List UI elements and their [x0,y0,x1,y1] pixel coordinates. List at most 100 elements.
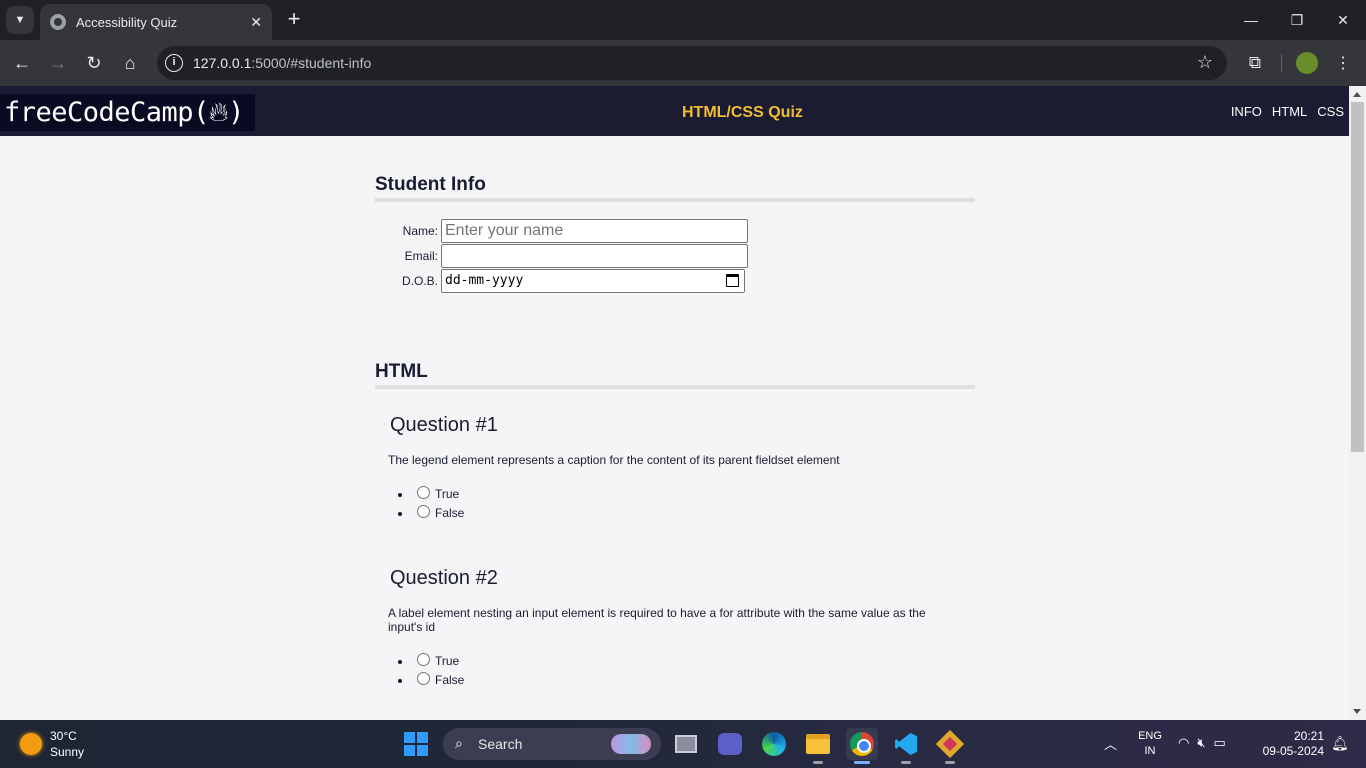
bookmark-star-icon[interactable]: ☆ [1197,52,1213,73]
address-bar[interactable]: i 127.0.0.1:5000/#student-info ☆ [157,46,1227,80]
notification-bell-icon[interactable]: 🔔︎ [1331,735,1349,752]
flame-icon: 🔥︎ [208,96,229,128]
chrome-icon [850,732,874,756]
speaker-muted-icon[interactable]: 🔇︎ [1197,735,1205,751]
tab-title: Accessibility Quiz [76,14,178,30]
site-nav: INFO HTML CSS [1231,104,1344,119]
scrollbar-thumb[interactable] [1351,102,1364,452]
close-window-button[interactable]: ✕ [1320,0,1366,40]
language-indicator[interactable]: ENG IN [1138,729,1162,759]
url-text[interactable]: 127.0.0.1:5000/#student-info [193,55,371,71]
nav-link-css[interactable]: CSS [1317,104,1344,119]
nav-link-html[interactable]: HTML [1272,104,1307,119]
file-explorer-button[interactable] [802,728,834,764]
edge-browser-icon [762,732,786,756]
option-false[interactable]: False [412,672,948,691]
search-icon: ⌕ [455,735,463,751]
tab-search-button[interactable]: ▼ [6,6,34,34]
radio-button[interactable] [417,486,430,499]
task-view-button[interactable] [670,728,702,760]
new-tab-button[interactable]: + [282,8,306,32]
kebab-menu-icon[interactable]: ⋮ [1332,49,1354,77]
chrome-app-button[interactable] [846,728,878,764]
dob-placeholder: dd-mm-yyyy [445,273,524,288]
browser-tab[interactable]: Accessibility Quiz ✕ [40,4,272,40]
weather-description[interactable]: Sunny [50,745,84,759]
windows-taskbar: 30°C Sunny ⌕ Search ︿ ENG IN ◠ 🔇︎ ▭ 20:2… [0,720,1366,768]
clock-date: 09-05-2024 [1262,744,1324,758]
profile-avatar[interactable] [1296,52,1318,74]
question-options: True False [412,486,948,524]
extensions-puzzle-icon[interactable]: ⧉ [1242,49,1268,77]
running-indicator [813,761,823,764]
edge-app-button[interactable] [758,728,790,760]
toolbar-divider [1281,54,1282,72]
radio-button[interactable] [417,505,430,518]
language-code: ENG [1138,730,1162,742]
window-controls: — ❐ ✕ [1228,0,1366,40]
windows-start-icon[interactable] [404,732,428,756]
globe-icon [50,14,66,30]
logo-text-end: ) [228,96,244,128]
url-path: :5000/#student-info [251,55,372,71]
reload-icon: ↻ [86,52,102,73]
back-button[interactable]: ← [8,49,36,77]
chevron-down-icon: ▼ [14,14,26,26]
option-true[interactable]: True [412,653,948,672]
reload-button[interactable]: ↻ [80,49,108,77]
email-row: Email: [400,243,975,268]
nav-link-info[interactable]: INFO [1231,104,1262,119]
system-tray-icons[interactable]: ◠ 🔇︎ ▭ [1178,735,1226,751]
restore-button[interactable]: ❐ [1274,0,1320,40]
clock-time: 20:21 [1293,729,1324,743]
minimize-button[interactable]: — [1228,0,1274,40]
forward-button[interactable]: → [44,49,72,77]
taskbar-search[interactable]: ⌕ Search [443,728,661,760]
dob-label: D.O.B. [401,273,438,288]
logo-text: freeCodeCamp(🔥︎) [4,97,244,129]
video-meet-icon [718,733,742,755]
home-icon: ⌂ [124,52,136,73]
option-false[interactable]: False [412,505,948,524]
question-title: Question #2 [390,567,498,589]
radio-button[interactable] [417,653,430,666]
git-app-button[interactable] [934,728,966,764]
question-text: A label element nesting an input element… [388,606,926,634]
search-highlight-art [611,734,651,754]
scroll-down-arrow-icon[interactable] [1353,709,1361,714]
name-input[interactable]: Enter your name [441,218,748,243]
wifi-icon[interactable]: ◠ [1178,735,1189,751]
radio-button[interactable] [417,672,430,685]
question-title: Question #1 [390,414,498,436]
freecodecamp-logo: freeCodeCamp(🔥︎) [0,94,255,131]
option-label: False [435,506,465,520]
url-host: 127.0.0.1 [193,55,252,71]
question-2: Question #2 A label element nesting an i… [388,567,948,691]
scroll-up-arrow-icon[interactable] [1353,92,1361,97]
home-button[interactable]: ⌂ [116,49,144,77]
close-tab-icon[interactable]: ✕ [250,14,262,31]
meet-app-button[interactable] [714,728,746,760]
calendar-icon[interactable] [726,274,739,287]
battery-icon[interactable]: ▭ [1214,735,1226,751]
region-code: IN [1144,745,1156,757]
vscode-app-button[interactable] [890,728,922,764]
dob-input[interactable]: dd-mm-yyyy [441,268,745,293]
taskbar-search-label: Search [478,736,523,752]
clock[interactable]: 20:21 09-05-2024 [1260,729,1324,759]
site-header: freeCodeCamp(🔥︎) HTML/CSS Quiz INFO HTML… [0,86,1349,136]
sun-icon[interactable] [20,733,42,755]
option-label: True [435,487,460,501]
chevron-up-icon[interactable]: ︿ [1104,734,1117,753]
option-label: True [435,654,460,668]
page-scrollbar[interactable] [1349,86,1366,720]
weather-temperature[interactable]: 30°C [50,729,77,743]
email-label: Email: [404,248,438,263]
email-input[interactable] [441,243,748,268]
option-label: False [435,673,465,687]
option-true[interactable]: True [412,486,948,505]
vscode-icon [895,733,917,755]
name-row: Name: Enter your name [400,218,975,243]
site-info-icon[interactable]: i [165,54,183,72]
running-indicator [945,761,955,764]
